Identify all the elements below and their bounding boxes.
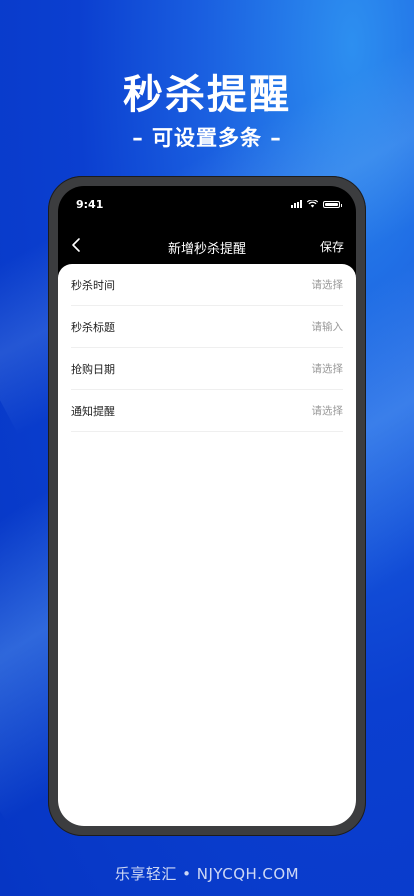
status-bar: 9:41 — [58, 186, 356, 226]
save-button[interactable]: 保存 — [320, 238, 344, 255]
row-value: 请选择 — [311, 405, 344, 417]
row-label: 秒杀标题 — [71, 320, 115, 334]
form-row-notification[interactable]: 通知提醒 请选择 — [71, 390, 343, 432]
row-label: 抢购日期 — [71, 362, 115, 376]
promo-title: 秒杀提醒 — [123, 72, 291, 118]
form-list: 秒杀时间 请选择 秒杀标题 请输入 抢购日期 请选择 通知提醒 请选择 — [71, 264, 343, 432]
wifi-icon — [307, 200, 318, 208]
phone-frame: 9:41 新增秒杀提醒 保存 秒杀时间 请选择 秒杀标题 请输入 抢购日期 请选… — [48, 176, 366, 836]
status-time: 9:41 — [76, 198, 104, 211]
form-row-purchase-date[interactable]: 抢购日期 请选择 — [71, 348, 343, 390]
row-value: 请选择 — [311, 363, 344, 375]
form-row-flash-sale-time[interactable]: 秒杀时间 请选择 — [71, 264, 343, 306]
watermark: 乐享轻汇 • NJYCQH.COM — [114, 865, 300, 883]
row-label: 秒杀时间 — [71, 278, 115, 292]
form-row-flash-sale-title[interactable]: 秒杀标题 请输入 — [71, 306, 343, 348]
status-icons — [291, 200, 342, 208]
row-label: 通知提醒 — [71, 404, 115, 418]
page-title: 新增秒杀提醒 — [167, 242, 246, 257]
row-value: 请选择 — [311, 279, 344, 291]
nav-bar: 新增秒杀提醒 保存 — [58, 226, 356, 264]
signal-icon — [291, 200, 302, 208]
battery-icon — [323, 200, 342, 208]
phone-screen: 9:41 新增秒杀提醒 保存 秒杀时间 请选择 秒杀标题 请输入 抢购日期 请选… — [58, 186, 356, 826]
row-value: 请输入 — [311, 321, 344, 333]
form-card: 秒杀时间 请选择 秒杀标题 请输入 抢购日期 请选择 通知提醒 请选择 — [58, 264, 356, 826]
promo-subtitle: – 可设置多条 – — [132, 126, 282, 150]
